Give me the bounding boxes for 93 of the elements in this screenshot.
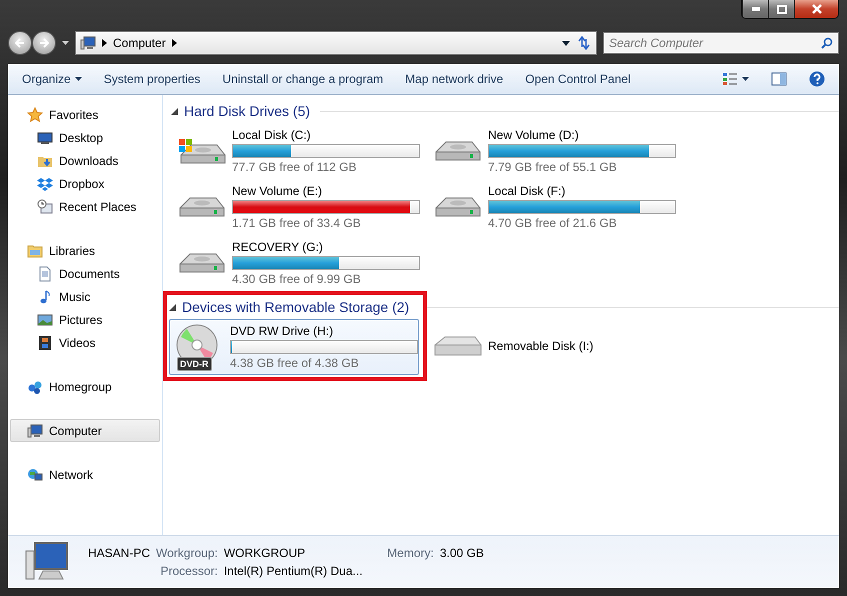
free-space-text: 4.70 GB free of 21.6 GB <box>488 216 618 230</box>
drive-tile[interactable]: DVD-R DVD RW Drive (H:) 4.38 GB free of 4.38 GB <box>169 319 419 375</box>
view-list-icon <box>722 72 738 86</box>
forward-arrow-icon <box>39 38 49 48</box>
nav-item[interactable]: Documents <box>10 262 160 285</box>
homegroup-icon <box>27 378 43 394</box>
expanded-arrow-icon[interactable] <box>171 108 178 114</box>
folder-icon <box>27 242 43 258</box>
nav-item[interactable]: Desktop <box>10 126 160 149</box>
nav-item[interactable]: Videos <box>10 331 160 354</box>
computer-icon <box>24 542 70 582</box>
drive-name: Local Disk (F:) <box>488 184 566 198</box>
nav-item[interactable]: Homegroup <box>10 375 160 398</box>
minimize-icon <box>752 7 760 11</box>
drive-name: Removable Disk (I:) <box>488 339 594 353</box>
nav-item[interactable]: Network <box>10 463 160 486</box>
drive-tile[interactable]: Local Disk (C:) 77.7 GB free of 112 GB <box>171 123 421 179</box>
caret-icon <box>74 77 82 81</box>
breadcrumb[interactable]: Computer <box>113 36 166 50</box>
close-icon <box>812 4 822 14</box>
detail-label: Memory: <box>387 546 434 560</box>
film-strip-icon <box>37 334 53 350</box>
chevron-icon <box>102 39 107 47</box>
hard-drive-icon <box>179 253 225 273</box>
maximize-button[interactable] <box>768 0 794 18</box>
network-globe-icon <box>27 466 43 482</box>
document-icon <box>37 266 53 282</box>
desktop-icon <box>37 130 53 146</box>
detail-label: Workgroup: <box>156 546 218 560</box>
drive-tile[interactable]: RECOVERY (G:) 4.30 GB free of 9.99 GB <box>171 235 421 291</box>
toolbar-button[interactable]: Uninstall or change a program <box>216 68 390 90</box>
drive-name: New Volume (E:) <box>232 184 324 198</box>
dropbox-icon <box>37 176 53 192</box>
drive-tile[interactable]: New Volume (D:) 7.79 GB free of 55.1 GB <box>427 123 677 179</box>
recent-places-icon <box>37 198 53 214</box>
free-space-text: 7.79 GB free of 55.1 GB <box>488 160 618 174</box>
section-heading[interactable]: Devices with Removable Storage (2) <box>182 299 410 315</box>
back-button[interactable] <box>8 31 32 55</box>
toolbar-button[interactable]: Organize <box>16 68 88 90</box>
nav-item[interactable]: Favorites <box>10 103 160 126</box>
detail-value: 3.00 GB <box>440 546 484 560</box>
hard-drive-icon <box>435 197 481 217</box>
nav-item[interactable]: Music <box>10 285 160 308</box>
drive-name: DVD RW Drive (H:) <box>230 324 334 338</box>
forward-button[interactable] <box>32 31 56 55</box>
nav-item[interactable]: Libraries <box>10 239 160 262</box>
drive-name: Local Disk (C:) <box>232 128 312 142</box>
free-space-text: 1.71 GB free of 33.4 GB <box>232 216 362 230</box>
dropdown-caret-icon <box>562 40 570 46</box>
toolbar-button[interactable]: System properties <box>98 68 206 90</box>
chevron-icon <box>172 39 177 47</box>
computer-icon <box>27 422 43 438</box>
address-bar[interactable]: Computer <box>75 31 597 55</box>
minimize-button[interactable] <box>742 0 768 18</box>
star-icon <box>27 106 43 122</box>
detail-value: WORKGROUP <box>224 546 306 560</box>
search-field[interactable]: Search Computer <box>603 32 839 54</box>
drive-tile[interactable]: Local Disk (F:) 4.70 GB free of 21.6 GB <box>427 179 677 235</box>
computer-icon <box>80 35 96 51</box>
preview-pane-icon <box>771 72 787 86</box>
maximize-icon <box>776 4 786 14</box>
nav-item[interactable]: Pictures <box>10 308 160 331</box>
close-button[interactable] <box>794 0 838 18</box>
nav-item[interactable]: Dropbox <box>10 172 160 195</box>
hard-drive-icon <box>179 197 225 217</box>
drive-tile[interactable]: New Volume (E:) 1.71 GB free of 33.4 GB <box>171 179 421 235</box>
picture-icon <box>37 312 53 328</box>
drive-name: RECOVERY (G:) <box>232 240 324 254</box>
free-space-text: 77.7 GB free of 112 GB <box>232 160 358 174</box>
caret-icon <box>742 77 749 81</box>
search-icon <box>821 37 833 49</box>
free-space-text: 4.38 GB free of 4.38 GB <box>230 356 360 370</box>
toolbar-button[interactable]: Open Control Panel <box>519 68 637 90</box>
drive-tile[interactable]: Removable Disk (I:) <box>427 318 677 374</box>
computer-name: HASAN-PC <box>88 546 150 560</box>
caret-icon <box>62 41 69 45</box>
nav-item[interactable]: Computer <box>10 419 160 442</box>
free-space-text: 4.30 GB free of 9.99 GB <box>232 272 362 286</box>
nav-item[interactable]: Downloads <box>10 149 160 172</box>
detail-value: Intel(R) Pentium(R) Dua... <box>224 564 364 578</box>
detail-label: Processor: <box>159 564 218 578</box>
expanded-arrow-icon[interactable] <box>169 304 176 310</box>
back-arrow-icon <box>15 38 25 48</box>
drive-name: New Volume (D:) <box>488 128 580 142</box>
hard-drive-icon <box>435 141 481 161</box>
system-drive-icon <box>178 138 226 164</box>
removable-drive-icon <box>434 336 482 356</box>
disc-format-label: DVD-R <box>177 357 212 371</box>
nav-item[interactable]: Recent Places <box>10 195 160 218</box>
toolbar-button[interactable]: Map network drive <box>399 68 510 90</box>
section-heading[interactable]: Hard Disk Drives (5) <box>184 103 310 119</box>
refresh-icon <box>576 36 592 50</box>
help-icon <box>809 71 825 87</box>
